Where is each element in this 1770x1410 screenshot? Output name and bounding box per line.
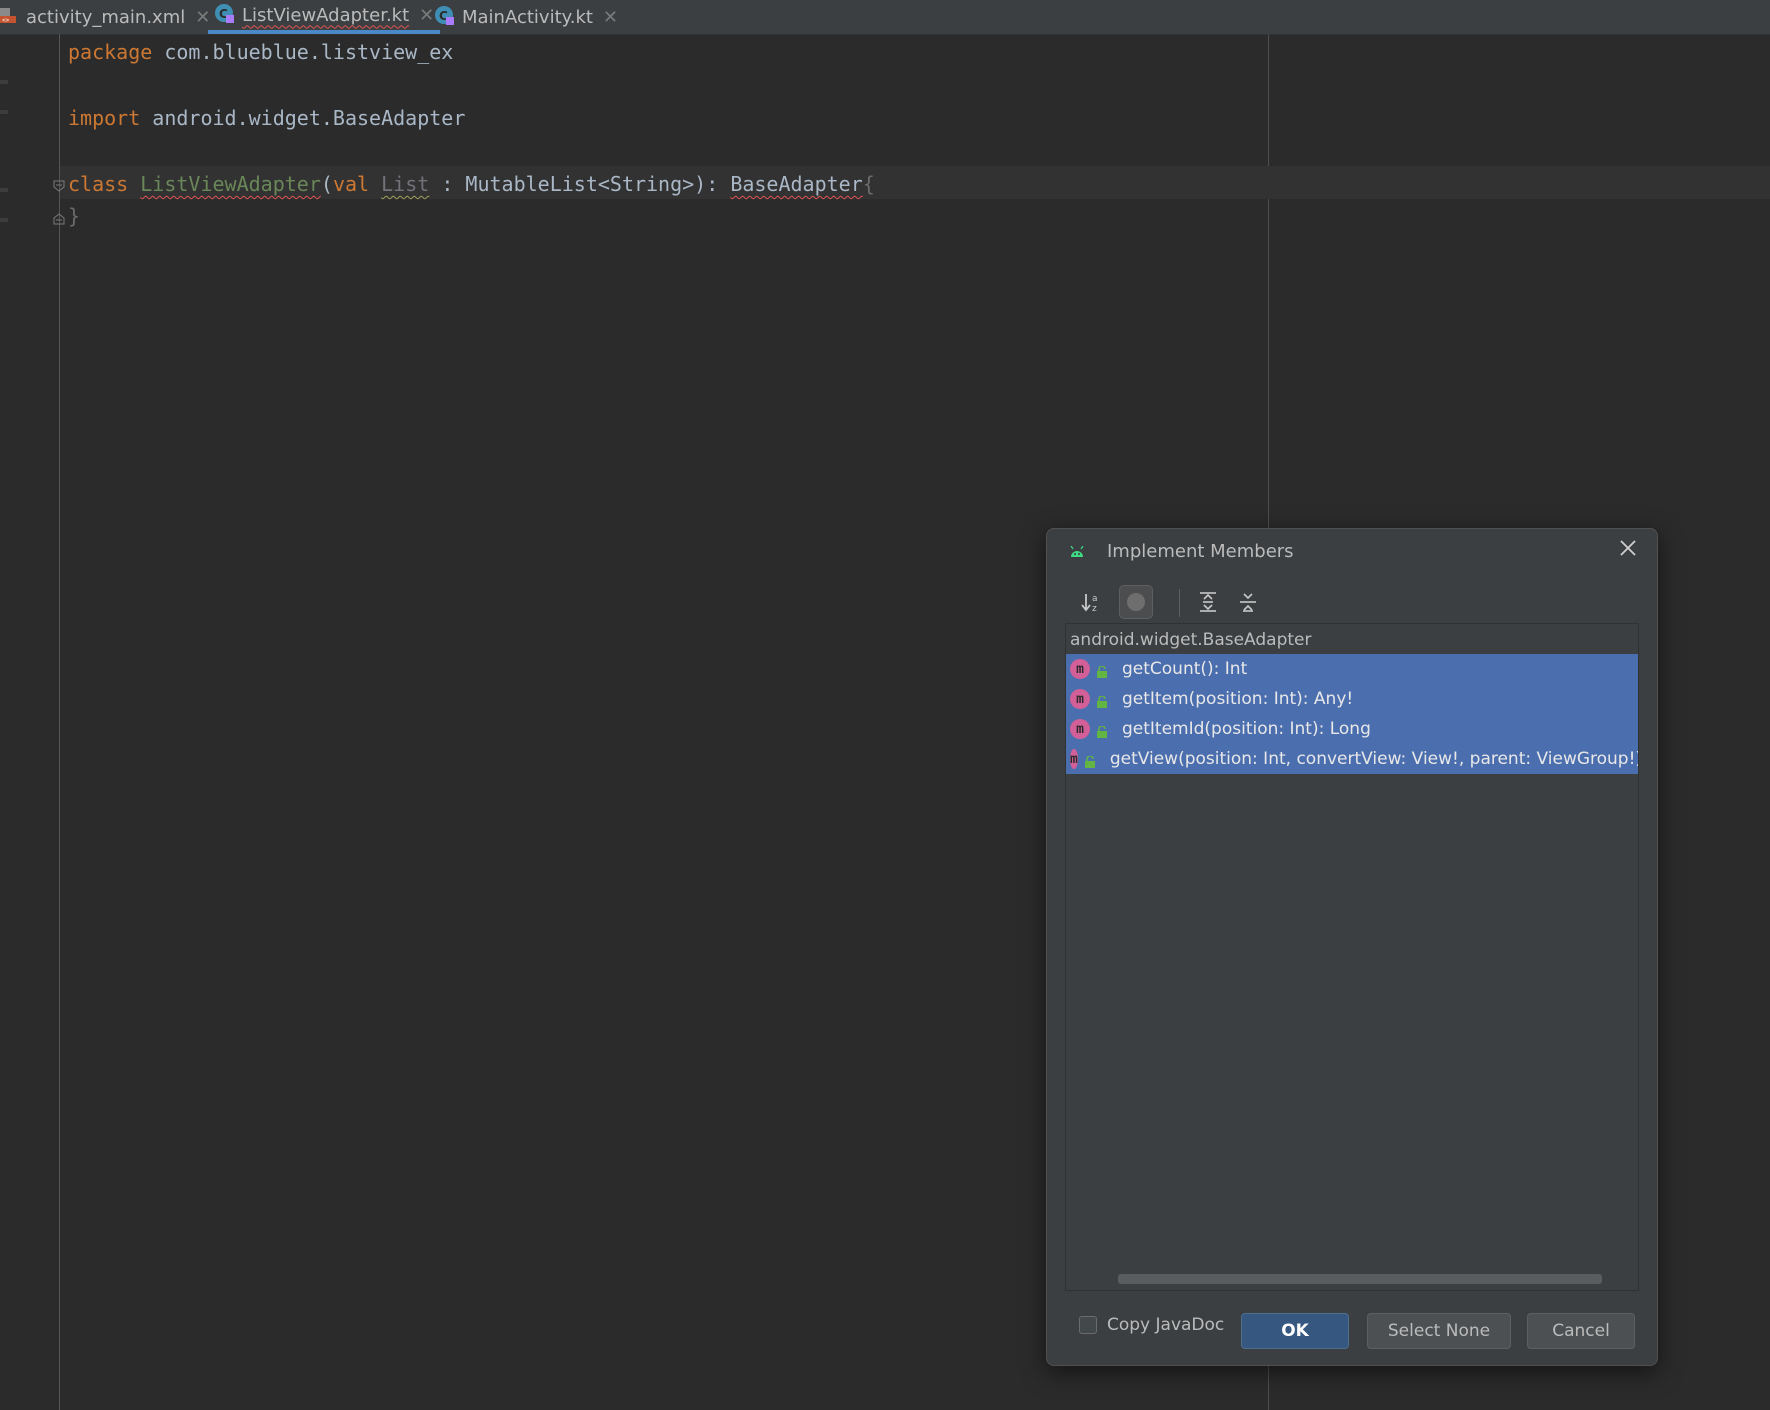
cancel-button[interactable]: Cancel	[1527, 1313, 1635, 1349]
copy-javadoc-checkbox[interactable]: Copy JavaDoc	[1079, 1315, 1224, 1335]
tab-label: MainActivity.kt	[462, 6, 593, 28]
members-tree[interactable]: android.widget.BaseAdapter m getCount():…	[1065, 623, 1639, 1291]
class-name: ListViewAdapter	[140, 172, 321, 196]
param-type: : MutableList<String>):	[429, 172, 731, 196]
code-line-5: class ListViewAdapter(val List : Mutable…	[68, 172, 875, 196]
code-line-1: package com.blueblue.listview_ex	[68, 40, 453, 64]
tree-root-label: android.widget.BaseAdapter	[1070, 630, 1312, 650]
public-access-icon	[1096, 663, 1108, 678]
svg-text:a: a	[1092, 594, 1098, 604]
member-label: getView(position: Int, convertView: View…	[1109, 749, 1638, 769]
paren: (	[320, 172, 333, 196]
close-tab-icon[interactable]: ✕	[419, 5, 434, 26]
implement-members-dialog: Implement Members a z android.widget.Bas…	[1046, 528, 1658, 1366]
package-name: com.blueblue.listview_ex	[152, 40, 454, 64]
member-label: getItem(position: Int): Any!	[1122, 689, 1354, 709]
keyword-class: class	[68, 172, 129, 196]
ok-button[interactable]: OK	[1241, 1313, 1349, 1349]
copy-javadoc-label: Copy JavaDoc	[1107, 1315, 1225, 1335]
method-icon: m	[1070, 659, 1090, 679]
member-row-getitemid[interactable]: m getItemId(position: Int): Long	[1066, 714, 1638, 744]
horizontal-scrollbar[interactable]	[1118, 1274, 1602, 1284]
sort-alpha-icon[interactable]: a z	[1075, 585, 1109, 619]
code-line-6: }	[68, 204, 80, 228]
keyword: import	[68, 106, 141, 130]
param-name: List	[381, 172, 430, 196]
fold-close-icon[interactable]	[53, 210, 65, 225]
toolbar-separator	[1179, 589, 1180, 617]
svg-text:z: z	[1092, 604, 1097, 613]
dialog-title-bar[interactable]: Implement Members	[1047, 529, 1657, 573]
method-icon: m	[1070, 689, 1090, 709]
tab-label: activity_main.xml	[26, 6, 186, 28]
xml-file-icon: <>	[0, 6, 18, 29]
tab-mainactivity-kt[interactable]: C MainActivity.kt ✕	[434, 0, 618, 34]
tab-label: ListViewAdapter.kt	[242, 4, 410, 26]
base-class: BaseAdapter	[730, 172, 863, 196]
kotlin-class-icon: C	[214, 3, 234, 28]
checkbox-box[interactable]	[1079, 1316, 1097, 1334]
gutter-marker	[0, 80, 8, 84]
kotlin-class-icon: C	[434, 5, 454, 30]
tab-listviewadapter-kt[interactable]: C ListViewAdapter.kt ✕	[208, 0, 441, 34]
expand-all-icon[interactable]	[1191, 585, 1225, 619]
method-icon: m	[1070, 749, 1078, 769]
open-brace: {	[862, 172, 875, 196]
public-access-icon	[1084, 753, 1096, 768]
member-row-getitem[interactable]: m getItem(position: Int): Any!	[1066, 684, 1638, 714]
gutter-marker	[0, 110, 8, 114]
show-classes-icon[interactable]	[1119, 585, 1153, 619]
android-icon	[1069, 543, 1085, 557]
tab-activity-main-xml[interactable]: <> activity_main.xml ✕	[0, 0, 210, 34]
method-icon: m	[1070, 719, 1090, 739]
gutter-marker	[0, 188, 8, 192]
member-label: getCount(): Int	[1122, 659, 1248, 679]
code-line-3: import android.widget.BaseAdapter	[68, 106, 465, 130]
member-row-getcount[interactable]: m getCount(): Int	[1066, 654, 1638, 684]
public-access-icon	[1096, 693, 1108, 708]
fold-open-icon[interactable]	[53, 177, 65, 192]
dialog-title: Implement Members	[1107, 541, 1294, 562]
editor-tab-bar: <> activity_main.xml ✕ C ListViewAdapter…	[0, 0, 1770, 35]
keyword: package	[68, 40, 153, 64]
close-tab-icon[interactable]: ✕	[603, 7, 618, 28]
public-access-icon	[1096, 723, 1108, 738]
close-brace: }	[68, 204, 81, 228]
keyword-val: val	[332, 172, 370, 196]
close-icon[interactable]	[1617, 537, 1639, 559]
import-path: android.widget.BaseAdapter	[140, 106, 466, 130]
gutter-marker	[0, 218, 8, 222]
svg-text:<>: <>	[2, 17, 10, 24]
member-label: getItemId(position: Int): Long	[1122, 719, 1371, 739]
dialog-toolbar: a z	[1075, 585, 1475, 621]
dialog-footer: Copy JavaDoc OK Select None Cancel	[1047, 1295, 1657, 1355]
select-none-button[interactable]: Select None	[1367, 1313, 1511, 1349]
gutter-divider	[59, 34, 60, 1410]
member-row-getview[interactable]: m getView(position: Int, convertView: Vi…	[1066, 744, 1638, 774]
collapse-all-icon[interactable]	[1231, 585, 1265, 619]
